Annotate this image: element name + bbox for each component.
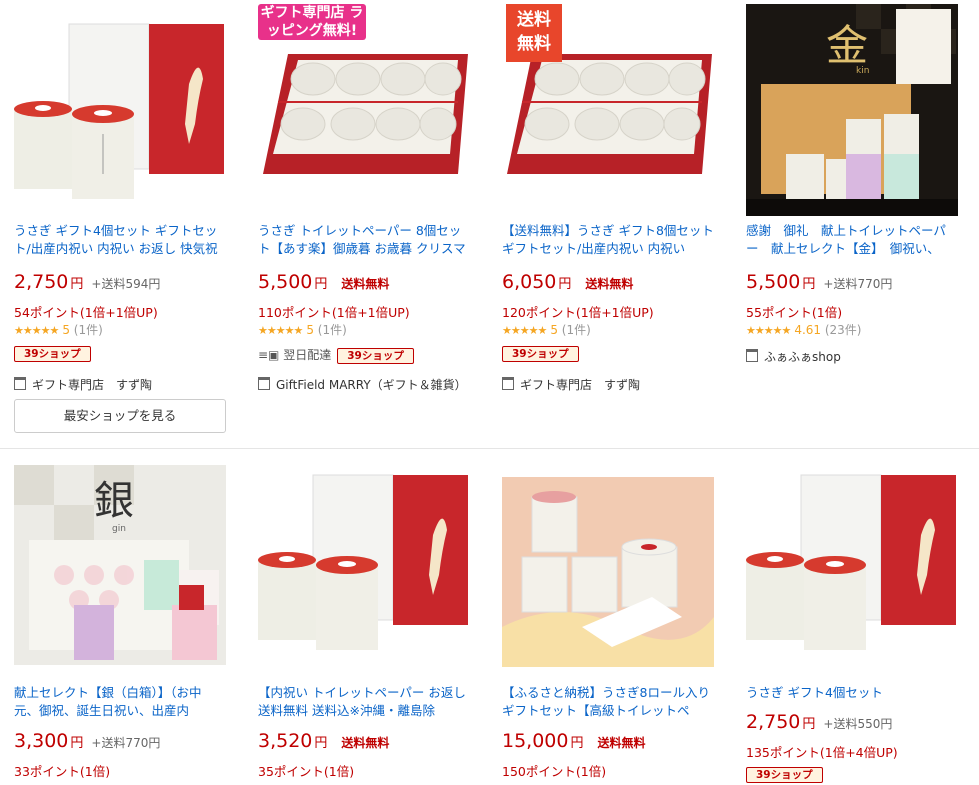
free-shipping-ribbon: 送料 無料 (506, 4, 562, 62)
shop-link[interactable]: GiftField MARRY（ギフト＆雑貨） (258, 376, 467, 393)
product-title-link[interactable]: うさぎ ギフト4個セット ギフトセット/出産内祝い 内祝い お返し 快気祝い… (14, 222, 226, 258)
product-title-link[interactable]: 献上セレクト【銀（白箱）】（お中元、御祝、誕生日祝い、出産内祝、… (14, 684, 226, 720)
badge-row: 39ショップ (746, 767, 823, 783)
shop39-badge: 39ショップ (14, 346, 91, 362)
product-title-link[interactable]: 【送料無料】うさぎ ギフト8個セット ギフトセット/出産内祝い 内祝い お… (502, 222, 714, 258)
star-icons: ★★★★★ (14, 324, 59, 337)
product-image[interactable] (258, 465, 470, 665)
shop39-badge: 39ショップ (337, 348, 414, 364)
points-text: 55ポイント(1倍) (746, 305, 843, 320)
product-price: 2,750 円 +送料594円 (14, 271, 161, 293)
shop-icon (746, 349, 758, 362)
shop-icon (502, 377, 514, 390)
product-row-1: うさぎ ギフト4個セット ギフトセット/出産内祝い 内祝い お返し 快気祝い… … (0, 0, 979, 448)
shipping-fee: +送料550円 (823, 717, 893, 731)
free-shipping: 送料無料 (585, 277, 634, 291)
product-image[interactable] (746, 465, 958, 665)
points-text: 150ポイント(1倍) (502, 764, 607, 779)
product-title-link[interactable]: 【内祝い トイレットペーパー お返し 送料無料 送料込※沖縄・離島除く】… (258, 684, 470, 720)
badge-row: 39ショップ (14, 346, 91, 362)
points-text: 54ポイント(1倍+1倍UP) (14, 305, 158, 320)
shop-link[interactable]: ふぁふぁshop (746, 348, 841, 365)
product-price: 2,750 円 +送料550円 (746, 711, 893, 733)
points-text: 33ポイント(1倍) (14, 764, 111, 779)
shipping-fee: +送料594円 (91, 277, 161, 291)
product-price: 5,500 円送料無料 (258, 271, 390, 293)
star-icons: ★★★★★ (258, 324, 303, 337)
product-price: 15,000 円送料無料 (502, 730, 646, 752)
next-day-delivery: ≡▣ 翌日配達 (258, 348, 332, 362)
product-title-link[interactable]: うさぎ トイレットペーパー 8個セット【あす楽】御歳暮 お歳暮 クリスマス… (258, 222, 470, 258)
truck-icon: ≡▣ (258, 348, 280, 362)
badge-row: ≡▣ 翌日配達 39ショップ (258, 346, 414, 364)
product-title-link[interactable]: 感謝 御礼 献上トイレットペーパー 献上セレクト【金】 御祝い、結… (746, 222, 958, 258)
cheapest-shop-button[interactable]: 最安ショップを見る (14, 399, 226, 433)
free-shipping: 送料無料 (341, 277, 390, 291)
shipping-fee: +送料770円 (91, 736, 161, 750)
product-row-2: 銀 gin 献上セレクト【銀（白箱）】（お中元、御祝、誕生日祝い、出産内祝、… … (0, 449, 979, 785)
star-icons: ★★★★★ (746, 324, 791, 337)
badge-row: 39ショップ (502, 346, 579, 362)
gin-label: 銀 (94, 478, 134, 524)
kin-sub: kin (856, 66, 870, 76)
rating[interactable]: ★★★★★ 5 (1件) (14, 321, 103, 338)
product-price: 6,050 円送料無料 (502, 271, 634, 293)
shop39-badge: 39ショップ (502, 346, 579, 362)
product-title-link[interactable]: 【ふるさと納税】うさぎ8ロール入りギフトセット【高級トイレットペー… (502, 684, 714, 720)
product-image[interactable] (502, 477, 714, 667)
product-image[interactable] (14, 14, 226, 214)
star-icons: ★★★★★ (502, 324, 547, 337)
free-shipping: 送料無料 (597, 736, 646, 750)
free-shipping: 送料無料 (341, 736, 390, 750)
points-text: 110ポイント(1倍+1倍UP) (258, 305, 410, 320)
points-text: 135ポイント(1倍+4倍UP) (746, 745, 898, 760)
gift-ribbon: ギフト専門店 ラッピング無料! (258, 2, 366, 40)
shop-link[interactable]: ギフト専門店 すず陶 (14, 376, 152, 393)
shop-icon (14, 377, 26, 390)
rating[interactable]: ★★★★★ 4.61 (23件) (746, 321, 862, 338)
product-image[interactable] (258, 14, 470, 214)
shop-icon (258, 377, 270, 390)
gin-sub: gin (112, 524, 126, 534)
shop-link[interactable]: ギフト専門店 すず陶 (502, 376, 640, 393)
rating[interactable]: ★★★★★ 5 (1件) (258, 321, 347, 338)
product-price: 3,300 円 +送料770円 (14, 730, 161, 752)
kin-label: 金 (826, 21, 869, 70)
product-price: 3,520 円送料無料 (258, 730, 390, 752)
points-text: 120ポイント(1倍+1倍UP) (502, 305, 654, 320)
shipping-fee: +送料770円 (823, 277, 893, 291)
rating[interactable]: ★★★★★ 5 (1件) (502, 321, 591, 338)
shop39-badge: 39ショップ (746, 767, 823, 783)
product-price: 5,500 円 +送料770円 (746, 271, 893, 293)
points-text: 35ポイント(1倍) (258, 764, 355, 779)
